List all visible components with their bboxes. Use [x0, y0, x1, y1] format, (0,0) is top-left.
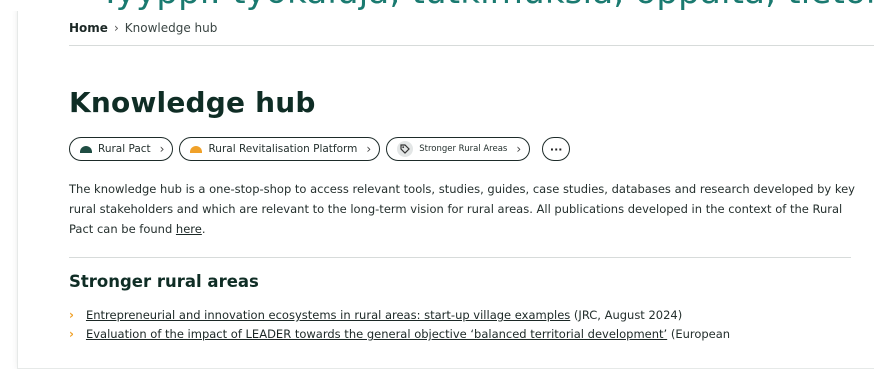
- more-tags-button[interactable]: ···: [542, 137, 571, 161]
- tag-icon: [397, 141, 414, 157]
- tag-label: Stronger Rural Areas: [419, 144, 508, 154]
- page-title: Knowledge hub: [69, 86, 316, 119]
- divider: [69, 45, 874, 46]
- intro-here-link[interactable]: here: [176, 222, 202, 236]
- breadcrumb-current: Knowledge hub: [124, 21, 218, 35]
- chevron-right-icon: ›: [516, 142, 522, 156]
- background-banner: Tyyppi: työkaluja, tutkimuksia, oppaita,…: [0, 0, 874, 11]
- tag-stronger-rural-areas[interactable]: Stronger Rural Areas ›: [386, 137, 531, 161]
- chevron-right-icon: ›: [366, 142, 372, 156]
- divider: [69, 257, 851, 258]
- dome-icon: [80, 145, 92, 153]
- chevron-right-icon: ›: [69, 327, 74, 341]
- tag-label: Rural Pact: [98, 143, 151, 155]
- breadcrumb: Home › Knowledge hub: [69, 21, 217, 35]
- tag-rural-revitalisation-platform[interactable]: Rural Revitalisation Platform ›: [179, 137, 381, 161]
- chevron-right-icon: ›: [159, 142, 165, 156]
- publication-source: (JRC, August 2024): [570, 308, 683, 322]
- tag-rural-pact[interactable]: Rural Pact ›: [69, 137, 174, 161]
- publication-link[interactable]: Evaluation of the impact of LEADER towar…: [86, 327, 667, 341]
- list-item: › Evaluation of the impact of LEADER tow…: [69, 325, 730, 344]
- banner-text: Tyyppi: työkaluja, tutkimuksia, oppaita,…: [100, 0, 874, 11]
- ellipsis-icon: ···: [549, 142, 563, 156]
- tag-label: Rural Revitalisation Platform: [208, 143, 358, 155]
- content-card: Home › Knowledge hub Knowledge hub Rural…: [17, 7, 874, 369]
- publication-source: (European: [667, 327, 731, 341]
- publication-link[interactable]: Entrepreneurial and innovation ecosystem…: [86, 308, 570, 322]
- section-title: Stronger rural areas: [69, 272, 259, 291]
- tag-list: Rural Pact › Rural Revitalisation Platfo…: [69, 137, 571, 161]
- breadcrumb-home-link[interactable]: Home: [69, 21, 108, 35]
- chevron-right-icon: ›: [69, 308, 74, 322]
- intro-paragraph: The knowledge hub is a one-stop-shop to …: [69, 179, 859, 239]
- dome-icon: [190, 145, 203, 153]
- list-item: › Entrepreneurial and innovation ecosyst…: [69, 306, 730, 325]
- publication-list: › Entrepreneurial and innovation ecosyst…: [69, 306, 730, 344]
- intro-end: .: [201, 222, 206, 236]
- chevron-right-icon: ›: [113, 21, 119, 35]
